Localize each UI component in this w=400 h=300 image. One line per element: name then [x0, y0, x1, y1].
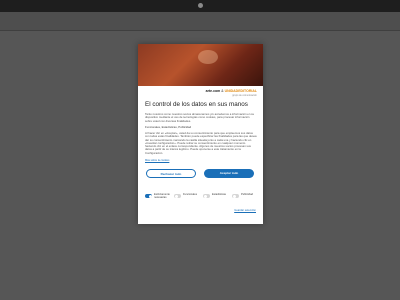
toggle-label: Estadísticas — [212, 193, 226, 196]
dialog-title: El control de los datos en sus manos — [145, 101, 248, 108]
hero-image — [138, 44, 263, 86]
more-about-cookies-link[interactable]: Más sobre la cookies — [145, 159, 169, 162]
accept-all-button[interactable]: Aceptar todo — [204, 169, 254, 178]
reject-all-button[interactable]: Rechazar todo — [146, 169, 196, 178]
brand-logo: arte.com & UNIDADEDITORIAL grupo de comu… — [205, 89, 257, 97]
page-header-bar — [0, 12, 400, 31]
toggle-switch-icon[interactable] — [145, 194, 152, 198]
save-selection-link[interactable]: Guardar selección — [234, 209, 256, 212]
camera-dot-icon: ● — [198, 3, 203, 8]
browser-top-bar: ● — [0, 0, 400, 12]
toggle-label: Publicidad — [241, 193, 253, 196]
toggle-switch-icon[interactable] — [203, 194, 210, 198]
toggle-switch-icon[interactable] — [174, 194, 181, 198]
toggle-label: Estrictamente necesarias — [154, 193, 170, 200]
purposes-text: Funcionales, Estadísticas, Publicidad — [145, 125, 192, 129]
consent-toggles: Estrictamente necesarias Funcionales Est… — [145, 192, 259, 204]
intro-text: Tanto nosotros como nuestros socios alma… — [145, 112, 255, 123]
consent-body-text: Al hacer clic en «Aceptar», usted da su … — [145, 131, 257, 155]
cookie-consent-dialog: arte.com & UNIDADEDITORIAL grupo de comu… — [138, 44, 263, 224]
toggle-label: Funcionales — [183, 193, 197, 196]
toggle-switch-icon[interactable] — [232, 194, 239, 198]
